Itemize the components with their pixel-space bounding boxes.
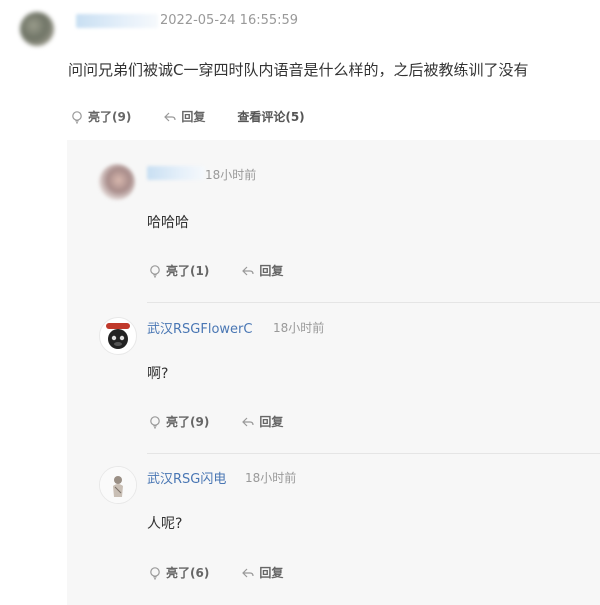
like-label: 亮了(1) xyxy=(166,264,210,278)
avatar[interactable] xyxy=(99,317,137,355)
reply-icon xyxy=(164,112,176,121)
reply-panel: 18小时前 哈哈哈 亮了(1) 回复 武汉RSGFlowerC 18小时前 啊?… xyxy=(67,140,600,605)
reply-icon xyxy=(242,266,254,275)
reply-icon xyxy=(242,417,254,426)
reply-label: 回复 xyxy=(181,110,206,124)
like-label: 亮了(9) xyxy=(88,110,132,124)
avatar-image xyxy=(100,467,136,503)
reply-username[interactable]: 武汉RSGFlowerC xyxy=(147,318,252,337)
like-label: 亮了(6) xyxy=(166,566,210,580)
reply-timestamp: 18小时前 xyxy=(273,321,325,335)
avatar-image xyxy=(106,323,130,349)
like-label: 亮了(9) xyxy=(166,415,210,429)
post-actions: 亮了(9) 回复 查看评论(5) xyxy=(70,108,305,125)
reply-actions: 亮了(6) 回复 xyxy=(148,564,315,581)
like-button[interactable]: 亮了(6) xyxy=(148,564,209,581)
post-text: 问问兄弟们被诚C一穿四时队内语音是什么样的，之后被教练训了没有 xyxy=(68,61,529,79)
reply-button[interactable]: 回复 xyxy=(241,564,283,581)
post-timestamp: 2022-05-24 16:55:59 xyxy=(160,13,299,28)
avatar[interactable] xyxy=(20,12,54,46)
username-blurred[interactable] xyxy=(76,14,158,28)
like-button[interactable]: 亮了(1) xyxy=(148,262,209,279)
avatar[interactable] xyxy=(99,164,135,200)
like-button[interactable]: 亮了(9) xyxy=(148,413,209,430)
reply-actions: 亮了(9) 回复 xyxy=(148,413,315,430)
like-icon xyxy=(150,566,160,579)
reply-text: 哈哈哈 xyxy=(147,215,189,231)
reply-label: 回复 xyxy=(259,566,284,580)
view-comments-button[interactable]: 查看评论(5) xyxy=(237,108,304,125)
reply-text: 啊? xyxy=(147,366,169,382)
reply-button[interactable]: 回复 xyxy=(241,262,283,279)
reply-label: 回复 xyxy=(259,264,284,278)
reply-icon xyxy=(242,568,254,577)
reply-actions: 亮了(1) 回复 xyxy=(148,262,315,279)
reply-button[interactable]: 回复 xyxy=(241,413,283,430)
like-button[interactable]: 亮了(9) xyxy=(70,108,131,125)
reply-timestamp: 18小时前 xyxy=(245,471,297,485)
comment-post: 2022-05-24 16:55:59 问问兄弟们被诚C一穿四时队内语音是什么样… xyxy=(0,0,600,605)
like-icon xyxy=(150,264,160,277)
like-icon xyxy=(150,415,160,428)
avatar[interactable] xyxy=(99,466,137,504)
reply-username[interactable]: 武汉RSG闪电 xyxy=(147,468,226,487)
divider xyxy=(147,302,600,303)
divider xyxy=(147,453,600,454)
username-blurred[interactable] xyxy=(147,166,205,180)
reply-text: 人呢? xyxy=(147,516,183,532)
reply-timestamp: 18小时前 xyxy=(205,168,257,182)
reply-label: 回复 xyxy=(259,415,284,429)
reply-button[interactable]: 回复 xyxy=(163,108,205,125)
like-icon xyxy=(72,110,82,123)
